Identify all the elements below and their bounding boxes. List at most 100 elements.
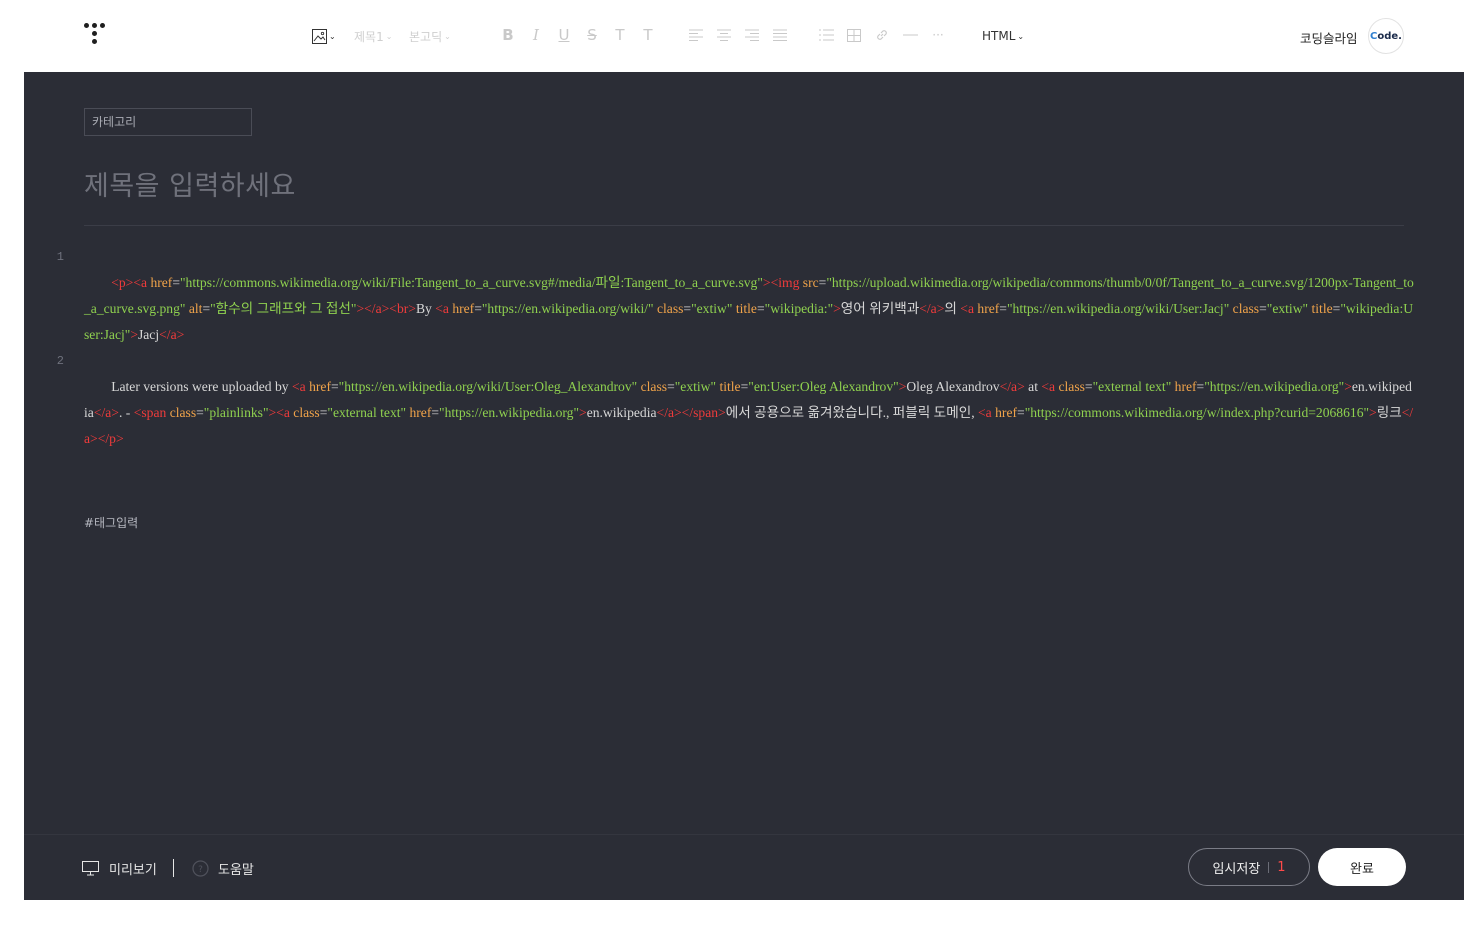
code-token: "https://en.wikipedia.org/wiki/User:Oleg… [338, 379, 638, 394]
font-select-label: 본고딕 [409, 29, 443, 44]
code-token: = [202, 301, 211, 316]
table-icon[interactable] [846, 25, 862, 45]
link-icon[interactable] [874, 25, 890, 45]
align-right-icon[interactable] [744, 25, 760, 45]
text-format-group: B I U S T T [500, 25, 668, 45]
code-token: <a [292, 379, 310, 394]
code-token: = [667, 379, 675, 394]
monitor-icon [82, 861, 99, 876]
code-token: class [1058, 379, 1085, 394]
category-select[interactable]: 카테고리 [84, 108, 252, 136]
chevron-down-icon: ⌄ [385, 31, 393, 41]
align-center-icon[interactable] [716, 25, 732, 45]
code-token: "wikipedia:" [764, 301, 834, 316]
preview-label: 미리보기 [109, 863, 157, 878]
code-token: "https://commons.wikimedia.org/wiki/File… [180, 275, 763, 290]
save-draft-label: 임시저장 [1212, 861, 1261, 877]
code-token: > [130, 327, 138, 342]
avatar-text-accent: C [1370, 30, 1378, 42]
code-token: > [833, 301, 841, 316]
more-icon[interactable]: ··· [930, 25, 946, 45]
insert-image-button[interactable]: ⌄ [312, 26, 336, 46]
code-token: at [1024, 379, 1042, 394]
list-icon[interactable] [818, 25, 834, 45]
code-token: "https://en.wikipedia.org/wiki/" [481, 301, 654, 316]
code-token: "https://en.wikipedia.org" [439, 405, 580, 420]
code-token: title [719, 379, 741, 394]
code-token: > [1344, 379, 1352, 394]
align-group [688, 25, 800, 45]
strikethrough-icon[interactable]: S [584, 25, 600, 45]
horizontal-rule-icon[interactable] [902, 25, 918, 45]
code-token: </a> [919, 301, 945, 316]
code-token: alt [188, 301, 203, 316]
code-token: "https://commons.wikimedia.org/w/index.p… [1024, 405, 1370, 420]
bottom-bar: 미리보기 ? 도움말 임시저장 1 완료 [24, 834, 1464, 900]
underline-icon[interactable]: U [556, 25, 572, 45]
title-divider [84, 225, 1404, 226]
editor-mode-select[interactable]: HTML ⌄ [982, 26, 1024, 46]
code-token: </a> [93, 405, 119, 420]
code-token: </a> [999, 379, 1025, 394]
preview-button[interactable]: 미리보기 [82, 859, 157, 878]
code-token: href [977, 301, 1000, 316]
code-token: > [1369, 405, 1377, 420]
code-token: = [1259, 301, 1267, 316]
avatar-text: ode. [1377, 30, 1402, 42]
tag-input[interactable]: #태그입력 [84, 514, 138, 531]
code-token: <a [133, 275, 151, 290]
code-token: <a [978, 405, 996, 420]
code-token: href [409, 405, 432, 420]
font-select[interactable]: 본고딕 ⌄ [409, 26, 451, 46]
insert-group: ··· [818, 25, 958, 45]
avatar[interactable]: Code. [1368, 18, 1404, 54]
code-token: "https://en.wikipedia.org/wiki/User:Jacj… [1006, 301, 1230, 316]
bold-icon[interactable]: B [500, 25, 516, 45]
code-token: = [999, 301, 1007, 316]
italic-icon[interactable]: I [528, 25, 544, 45]
code-token: = [1084, 379, 1093, 394]
code-token: title [735, 301, 757, 316]
help-icon: ? [192, 860, 209, 877]
code-token: href [150, 275, 173, 290]
align-left-icon[interactable] [688, 25, 704, 45]
code-token: <a [1041, 379, 1059, 394]
code-token: 영어 위키백과 [840, 301, 920, 316]
code-token: class [293, 405, 320, 420]
save-draft-button[interactable]: 임시저장 1 [1188, 848, 1310, 886]
code-line-content[interactable]: Later versions were uploaded by <a href=… [84, 348, 1414, 478]
code-token: Later versions were uploaded by [111, 379, 292, 394]
title-input[interactable]: 제목을 입력하세요 [84, 164, 296, 203]
help-button[interactable]: ? 도움말 [192, 859, 254, 878]
editor-area: 카테고리 제목을 입력하세요 1 <p><a href="https://com… [24, 72, 1464, 834]
code-token: class [169, 405, 197, 420]
code-token: "함수의 그래프와 그 접선" [210, 301, 357, 316]
help-label: 도움말 [218, 863, 254, 878]
draft-separator [1268, 861, 1270, 873]
code-token: "en:User:Oleg Alexandrov" [748, 379, 899, 394]
code-token: Oleg Alexandrov [906, 379, 1000, 394]
code-token: href [1174, 379, 1197, 394]
code-token: class [1232, 301, 1260, 316]
bottom-separator [173, 859, 174, 877]
tistory-logo-icon[interactable] [84, 23, 110, 49]
code-token: "https://en.wikipedia.org" [1204, 379, 1345, 394]
heading-select[interactable]: 제목1 ⌄ [354, 26, 392, 46]
code-token: = [172, 275, 180, 290]
code-token: href [309, 379, 331, 394]
background-color-icon[interactable]: T [640, 25, 656, 45]
code-token: . - [118, 405, 134, 420]
code-token: = [683, 301, 692, 316]
text-color-icon[interactable]: T [612, 25, 628, 45]
code-token: 에서 공용으로 옮겨왔습니다., 퍼블릭 도메인, [725, 405, 979, 420]
code-token: <p> [111, 275, 134, 290]
code-token: = [431, 405, 440, 420]
code-token: "extiw" [691, 301, 733, 316]
draft-count[interactable]: 1 [1277, 860, 1285, 875]
blog-name[interactable]: 코딩슬라임 [1300, 28, 1358, 47]
code-token: > [579, 405, 587, 420]
code-token: = [196, 405, 204, 420]
align-justify-icon[interactable] [772, 25, 788, 45]
publish-button[interactable]: 완료 [1318, 848, 1406, 886]
code-token: en.wikipedia [586, 405, 657, 420]
